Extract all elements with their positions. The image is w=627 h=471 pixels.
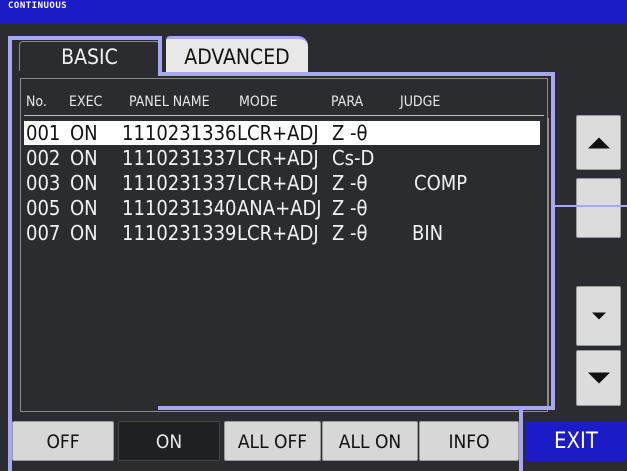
off-button[interactable]: OFF — [12, 421, 114, 461]
scroll-down-icon — [587, 372, 610, 384]
exit-button[interactable]: EXIT — [525, 421, 627, 461]
row-no: 007 — [26, 221, 61, 245]
all-off-button[interactable]: ALL OFF — [224, 421, 321, 461]
header-mode: MODE — [239, 94, 278, 110]
row-mode: LCR+ADJ — [237, 171, 319, 195]
table-row[interactable]: 005 ON 1110231340 ANA+ADJ Z -θ — [24, 196, 540, 220]
row-exec: ON — [70, 146, 98, 170]
row-mode: ANA+ADJ — [237, 196, 322, 220]
row-no: 005 — [26, 196, 61, 220]
header-exec: EXEC — [69, 94, 103, 110]
row-exec: ON — [70, 196, 98, 220]
scroll-bar-middle[interactable] — [576, 178, 621, 238]
row-panel-name: 1110231337 — [122, 146, 237, 170]
row-para: Z -θ — [332, 171, 368, 195]
table-row[interactable]: 003 ON 1110231337 LCR+ADJ Z -θ COMP — [24, 171, 540, 195]
row-mode: LCR+ADJ — [237, 121, 319, 145]
row-panel-name: 1110231339 — [122, 221, 237, 245]
row-mode: LCR+ADJ — [237, 221, 319, 245]
row-panel-name: 1110231336 — [122, 121, 237, 145]
tab-basic[interactable]: BASIC — [19, 41, 160, 71]
row-exec: ON — [70, 221, 98, 245]
row-exec: ON — [70, 121, 98, 145]
scroll-up-button[interactable] — [576, 115, 621, 170]
row-mode: LCR+ADJ — [237, 146, 319, 170]
all-on-button[interactable]: ALL ON — [322, 421, 418, 461]
info-button[interactable]: INFO — [419, 421, 519, 461]
row-para: Z -θ — [332, 221, 368, 245]
row-no: 002 — [26, 146, 61, 170]
row-no: 001 — [26, 121, 61, 145]
row-para: Cs-D — [332, 146, 375, 170]
row-para: Z -θ — [332, 196, 368, 220]
table-row[interactable]: 007 ON 1110231339 LCR+ADJ Z -θ BIN — [24, 221, 540, 245]
page-down-icon — [591, 312, 606, 320]
page-down-button[interactable] — [576, 286, 621, 346]
row-panel-name: 1110231340 — [122, 196, 237, 220]
list-header: No. EXEC PANEL NAME MODE PARA JUDGE — [24, 91, 544, 116]
scroll-up-icon — [587, 137, 610, 148]
scroll-down-button[interactable] — [576, 350, 621, 406]
scrollbar-track[interactable] — [548, 118, 565, 410]
header-panel-name: PANEL NAME — [129, 94, 210, 110]
header-para: PARA — [331, 94, 364, 110]
table-row[interactable]: 001 ON 1110231336 LCR+ADJ Z -θ — [24, 121, 540, 145]
row-judge: BIN — [412, 221, 444, 245]
table-row[interactable]: 002 ON 1110231337 LCR+ADJ Cs-D — [24, 146, 540, 170]
row-no: 003 — [26, 171, 61, 195]
row-para: Z -θ — [332, 121, 368, 145]
row-judge: COMP — [414, 171, 468, 195]
title-bar: CONTINUOUS — [0, 0, 627, 24]
row-exec: ON — [70, 171, 98, 195]
window-title: CONTINUOUS — [8, 1, 68, 11]
header-judge: JUDGE — [400, 94, 441, 110]
on-button[interactable]: ON — [118, 421, 220, 461]
row-panel-name: 1110231337 — [122, 171, 237, 195]
tab-advanced[interactable]: ADVANCED — [166, 36, 308, 72]
header-no: No. — [26, 94, 47, 110]
